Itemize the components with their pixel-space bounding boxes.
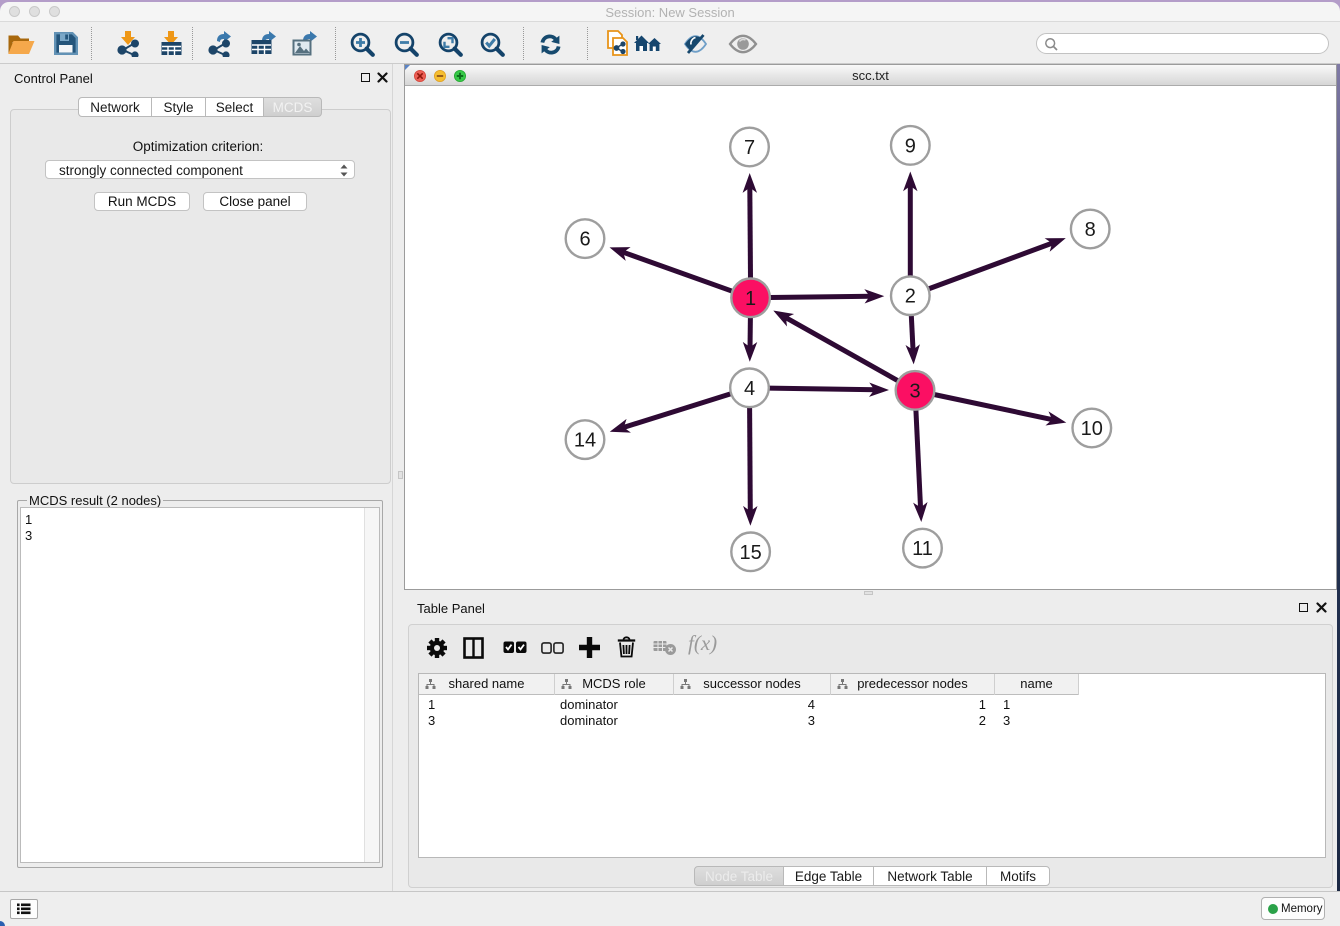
- svg-text:6: 6: [579, 229, 590, 251]
- svg-text:11: 11: [912, 538, 933, 560]
- svg-text:3: 3: [909, 380, 920, 402]
- svg-text:7: 7: [744, 137, 755, 159]
- svg-text:8: 8: [1085, 219, 1096, 241]
- svg-text:14: 14: [574, 430, 596, 452]
- svg-text:4: 4: [744, 378, 755, 400]
- svg-text:10: 10: [1081, 418, 1103, 440]
- svg-text:2: 2: [905, 286, 916, 308]
- svg-text:15: 15: [739, 542, 761, 564]
- svg-text:1: 1: [745, 288, 756, 310]
- svg-text:9: 9: [905, 135, 916, 157]
